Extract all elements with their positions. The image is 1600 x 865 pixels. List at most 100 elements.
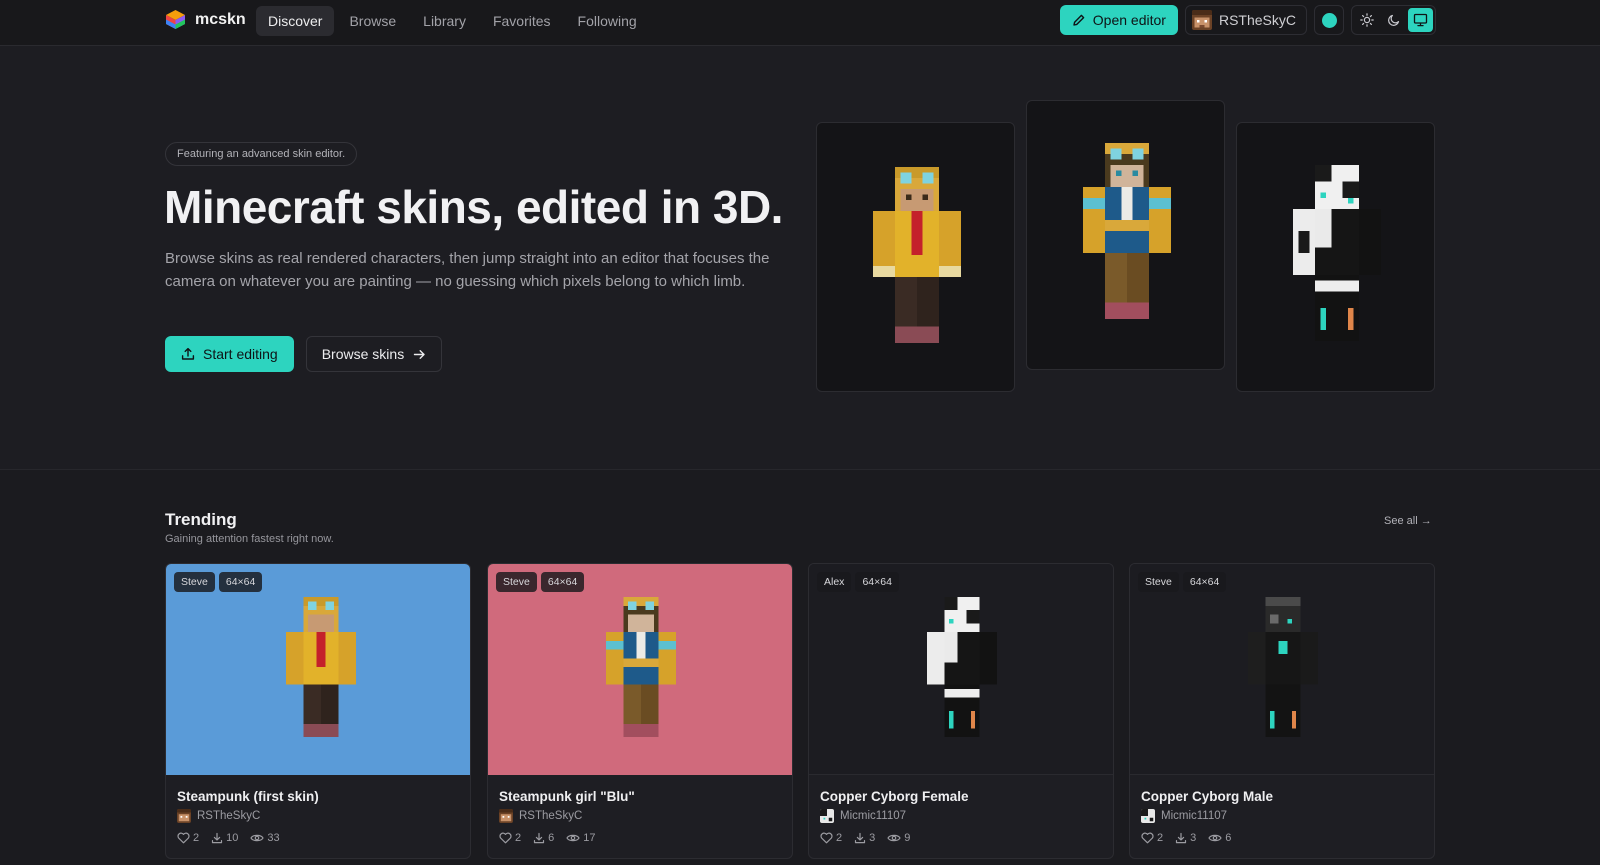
cube-logo-icon xyxy=(166,10,185,29)
skin-card[interactable]: Steve 64×64 Copper Cyborg Male Micmic111… xyxy=(1129,563,1435,859)
card-title: Steampunk girl "Blu" xyxy=(499,789,635,804)
nav-favorites[interactable]: Favorites xyxy=(481,6,563,36)
card-author[interactable]: Micmic11107 xyxy=(1141,809,1227,823)
accent-color-picker[interactable] xyxy=(1314,5,1344,35)
views-count: 9 xyxy=(904,832,911,844)
heart-icon xyxy=(1141,832,1154,844)
user-menu[interactable]: RSTheSkyC xyxy=(1184,5,1307,35)
theme-switcher xyxy=(1351,5,1436,35)
nav-browse[interactable]: Browse xyxy=(337,6,408,36)
brand[interactable]: mcskn xyxy=(165,9,246,30)
card-author[interactable]: Micmic11107 xyxy=(820,809,906,823)
likes-count: 2 xyxy=(1157,832,1164,844)
size-badge: 64×64 xyxy=(1182,572,1227,592)
pencil-icon xyxy=(1073,14,1085,26)
likes-count: 2 xyxy=(515,832,522,844)
author-avatar xyxy=(499,809,513,823)
system-theme-button[interactable] xyxy=(1408,8,1433,32)
hero-title: Minecraft skins, edited in 3D. xyxy=(164,181,783,233)
author-name: Micmic11107 xyxy=(840,810,907,822)
views-count: 6 xyxy=(1225,832,1232,844)
eye-icon xyxy=(250,834,265,842)
model-badge: Steve xyxy=(1138,572,1179,592)
skin-render xyxy=(286,597,356,737)
hero-section: Featuring an advanced skin editor. Minec… xyxy=(0,46,1600,470)
dark-theme-button[interactable] xyxy=(1381,8,1406,32)
nav-following[interactable]: Following xyxy=(566,6,649,36)
brand-name: mcskn xyxy=(195,10,246,28)
downloads-count: 6 xyxy=(548,832,555,844)
likes-stat: 2 xyxy=(499,832,521,844)
likes-count: 2 xyxy=(193,832,200,844)
downloads-stat: 6 xyxy=(533,832,554,844)
author-name: Micmic11107 xyxy=(1161,810,1228,822)
start-editing-button[interactable]: Start editing xyxy=(165,336,294,372)
open-editor-label: Open editor xyxy=(1092,12,1166,28)
open-editor-button[interactable]: Open editor xyxy=(1059,5,1178,35)
skin-render xyxy=(1248,597,1318,737)
trending-title: Trending xyxy=(165,510,237,529)
download-icon xyxy=(1176,832,1187,844)
browse-skins-label: Browse skins xyxy=(321,346,405,362)
sun-icon xyxy=(1359,13,1374,27)
preview-steampunk-girl[interactable] xyxy=(1026,100,1225,370)
size-badge: 64×64 xyxy=(218,572,263,592)
card-title: Copper Cyborg Female xyxy=(820,789,969,804)
author-avatar xyxy=(1141,809,1155,823)
eye-icon xyxy=(887,834,901,842)
avatar xyxy=(1191,10,1212,30)
top-nav: mcskn Discover Browse Library Favorites … xyxy=(0,0,1600,46)
skin-render-steampunk-girl xyxy=(1083,143,1171,319)
heart-icon xyxy=(177,832,190,844)
likes-stat: 2 xyxy=(820,832,842,844)
see-all-link[interactable]: See all → xyxy=(1384,515,1432,527)
eye-icon xyxy=(1208,834,1222,842)
skin-render-copper-cyborg xyxy=(1293,165,1381,341)
download-icon xyxy=(212,832,223,844)
model-badge: Alex xyxy=(817,572,852,592)
size-badge: 64×64 xyxy=(540,572,585,592)
card-title: Copper Cyborg Male xyxy=(1141,789,1274,804)
views-stat: 33 xyxy=(250,832,280,844)
start-editing-label: Start editing xyxy=(203,346,278,362)
username: RSTheSkyC xyxy=(1218,12,1296,28)
views-count: 17 xyxy=(583,832,596,844)
moon-icon xyxy=(1387,14,1399,26)
author-avatar xyxy=(820,809,834,823)
author-name: RSTheSkyC xyxy=(519,810,583,822)
card-author[interactable]: RSTheSkyC xyxy=(177,809,260,823)
likes-stat: 2 xyxy=(177,832,199,844)
downloads-count: 3 xyxy=(869,832,876,844)
skin-thumbnail: Steve 64×64 xyxy=(488,564,792,775)
feature-pill: Featuring an advanced skin editor. xyxy=(165,142,358,166)
light-theme-button[interactable] xyxy=(1354,8,1379,32)
likes-stat: 2 xyxy=(1141,832,1163,844)
downloads-count: 10 xyxy=(226,832,239,844)
accent-color-dot xyxy=(1321,12,1337,28)
skin-render xyxy=(927,597,997,737)
preview-copper-cyborg[interactable] xyxy=(1236,122,1435,392)
nav-discover[interactable]: Discover xyxy=(256,6,335,36)
hero-description: Browse skins as real rendered characters… xyxy=(165,250,770,290)
skin-card[interactable]: Steve 64×64 Steampunk (first skin) RSThe… xyxy=(165,563,471,859)
author-name: RSTheSkyC xyxy=(197,810,261,822)
preview-steampunk[interactable] xyxy=(816,122,1015,392)
author-avatar xyxy=(177,809,191,823)
skin-thumbnail: Alex 64×64 xyxy=(809,564,1113,775)
skin-card[interactable]: Alex 64×64 Copper Cyborg Female Micmic11… xyxy=(808,563,1114,859)
downloads-stat: 10 xyxy=(211,832,238,844)
nav-library[interactable]: Library xyxy=(411,6,478,36)
upload-icon xyxy=(181,347,195,360)
monitor-icon xyxy=(1413,13,1428,27)
skin-thumbnail: Steve 64×64 xyxy=(166,564,470,775)
skin-render xyxy=(606,597,676,737)
skin-card[interactable]: Steve 64×64 Steampunk girl "Blu" RSTheSk… xyxy=(487,563,793,859)
arrow-right-icon xyxy=(413,349,425,359)
heart-icon xyxy=(820,832,833,844)
card-author[interactable]: RSTheSkyC xyxy=(499,809,582,823)
download-icon xyxy=(855,832,866,844)
browse-skins-button[interactable]: Browse skins xyxy=(305,336,443,372)
download-icon xyxy=(534,832,545,844)
views-stat: 6 xyxy=(1208,832,1231,844)
views-stat: 17 xyxy=(566,832,596,844)
